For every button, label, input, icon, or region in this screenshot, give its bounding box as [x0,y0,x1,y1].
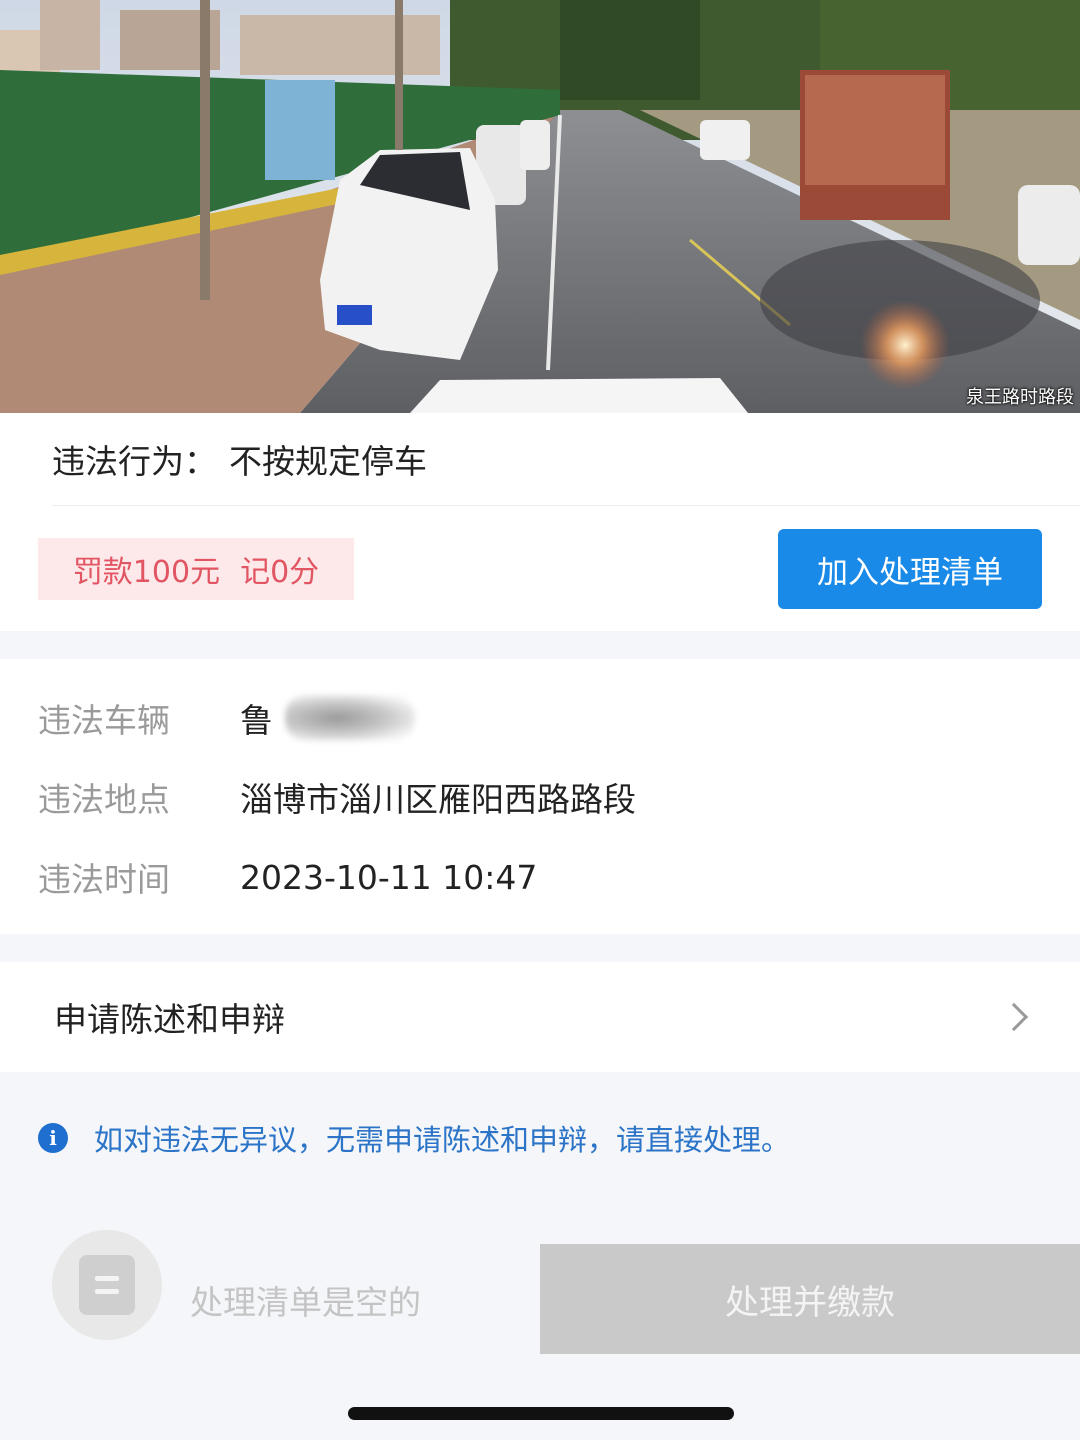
location-label: 违法地点 [38,780,170,819]
fine-amount: 罚款100元 [72,555,221,590]
time-value: 2023-10-11 10:47 [240,857,538,897]
plate-province: 鲁 [240,701,273,740]
fine-badge: 罚款100元 记0分 [38,538,354,600]
street-scene-image [0,0,1080,413]
appeal-row[interactable]: 申请陈述和申辩 [0,962,1080,1072]
add-to-list-button[interactable]: 加入处理清单 [778,529,1042,609]
time-label: 违法时间 [38,860,170,899]
photo-location-caption: 泉王路时路段 [966,387,1074,408]
violation-behavior-row: 违法行为： 不按规定停车 [52,413,1080,506]
chevron-right-icon [999,1002,1029,1032]
info-tip-text: 如对违法无异议，无需申请陈述和申辩，请直接处理。 [94,1123,791,1157]
home-indicator[interactable] [348,1407,734,1420]
process-and-pay-button[interactable]: 处理并缴款 [540,1244,1080,1354]
evidence-photo[interactable]: 泉王路时路段 [0,0,1080,413]
appeal-label: 申请陈述和申辩 [54,1000,285,1039]
bottom-action-bar: 处理清单是空的 处理并缴款 [0,1230,1080,1354]
vehicle-row: 违法车辆 鲁 [38,688,415,748]
violation-details-card: 违法车辆 鲁 违法地点 淄博市淄川区雁阳西路路段 违法时间 2023-10-11… [0,659,1080,934]
location-value: 淄博市淄川区雁阳西路路段 [240,780,636,819]
list-icon [79,1255,135,1315]
violation-behavior-value: 不按规定停车 [229,442,427,481]
penalty-points: 记0分 [240,555,320,590]
info-tip: i 如对违法无异议，无需申请陈述和申辩，请直接处理。 [38,1116,790,1160]
time-row: 违法时间 2023-10-11 10:47 [38,847,537,907]
violation-summary-card: 违法行为： 不按规定停车 罚款100元 记0分 加入处理清单 [0,413,1080,631]
processing-list-button[interactable] [52,1230,162,1340]
info-icon: i [38,1123,68,1153]
plate-number-redacted [285,695,415,741]
vehicle-value: 鲁 [240,694,415,742]
vehicle-label: 违法车辆 [38,701,170,740]
violation-behavior-label: 违法行为： [52,442,217,481]
empty-list-text: 处理清单是空的 [190,1283,421,1322]
violation-detail-page: 泉王路时路段 违法行为： 不按规定停车 罚款100元 记0分 加入处理清单 违法… [0,0,1080,1440]
location-row: 违法地点 淄博市淄川区雁阳西路路段 [38,767,636,827]
